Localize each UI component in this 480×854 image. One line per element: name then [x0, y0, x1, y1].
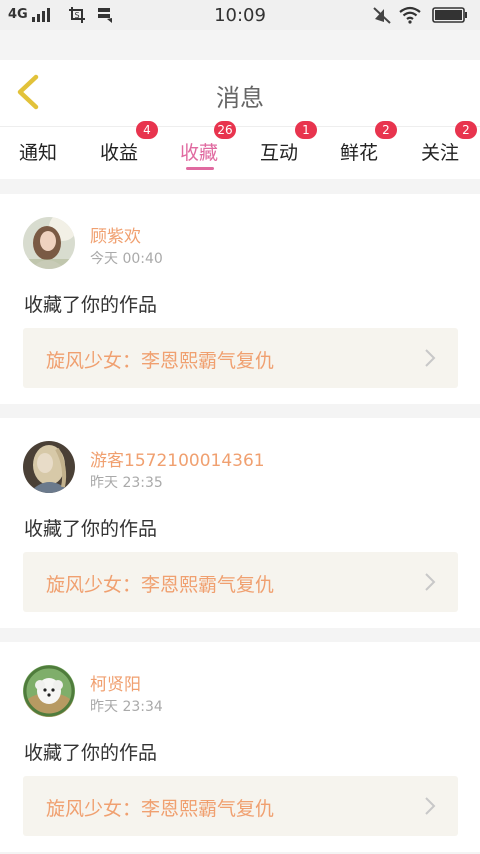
chevron-right-icon: [425, 349, 436, 367]
tab-flowers[interactable]: 鲜花 2: [320, 121, 400, 179]
blonde-girl-avatar-icon: [23, 441, 75, 493]
page-title: 消息: [216, 84, 264, 112]
white-dog-avatar-icon: [23, 665, 75, 717]
work-link[interactable]: 旋风少女：李恩熙霸气复仇: [23, 328, 458, 388]
status-bar: 4G S 10:09: [0, 0, 480, 30]
unread-badge: 2: [375, 121, 397, 139]
work-link[interactable]: 旋风少女：李恩熙霸气复仇: [23, 552, 458, 612]
mute-icon: [373, 7, 391, 24]
avatar[interactable]: [23, 217, 75, 269]
tab-favorites[interactable]: 收藏 26: [160, 121, 240, 179]
tab-label: 通知: [19, 142, 58, 164]
unread-badge: 2: [455, 121, 477, 139]
timestamp: 昨天 23:35: [90, 475, 163, 491]
tab-notice[interactable]: 通知: [0, 127, 80, 179]
tab-label: 关注: [421, 142, 460, 164]
tab-label: 收益: [100, 142, 139, 164]
active-tab-indicator: [186, 167, 214, 170]
timestamp: 昨天 23:34: [90, 699, 163, 715]
tab-label: 收藏: [180, 142, 219, 164]
message-tabs: 通知 收益 4 收藏 26 互动 1 鲜花 2 关注 2: [0, 121, 480, 179]
chevron-right-icon: [425, 573, 436, 591]
unread-badge: 4: [136, 121, 158, 139]
message-text: 收藏了你的作品: [24, 518, 158, 540]
unread-badge: 26: [214, 121, 236, 139]
wifi-icon: [399, 6, 421, 24]
message-card: 柯贤阳 昨天 23:34 收藏了你的作品 旋风少女：李恩熙霸气复仇: [0, 642, 480, 852]
message-card: 顾紫欢 今天 00:40 收藏了你的作品 旋风少女：李恩熙霸气复仇: [0, 194, 480, 404]
username[interactable]: 柯贤阳: [90, 670, 141, 695]
top-bar: 消息: [0, 60, 480, 126]
username[interactable]: 顾紫欢: [90, 222, 141, 247]
tab-label: 互动: [260, 142, 299, 164]
message-text: 收藏了你的作品: [24, 742, 158, 764]
battery-icon: [432, 7, 467, 23]
username[interactable]: 游客1572100014361: [90, 446, 265, 471]
work-title: 旋风少女：李恩熙霸气复仇: [46, 350, 275, 372]
chevron-right-icon: [425, 797, 436, 815]
tab-interaction[interactable]: 互动 1: [240, 121, 320, 179]
message-text: 收藏了你的作品: [24, 294, 158, 316]
girl-photo-avatar-icon: [23, 217, 75, 269]
timestamp: 今天 00:40: [90, 251, 163, 267]
avatar[interactable]: [23, 441, 75, 493]
tab-label: 鲜花: [340, 142, 379, 164]
work-title: 旋风少女：李恩熙霸气复仇: [46, 574, 275, 596]
unread-badge: 1: [295, 121, 317, 139]
work-title: 旋风少女：李恩熙霸气复仇: [46, 798, 275, 820]
tab-earnings[interactable]: 收益 4: [80, 121, 160, 179]
work-link[interactable]: 旋风少女：李恩熙霸气复仇: [23, 776, 458, 836]
message-card: 游客1572100014361 昨天 23:35 收藏了你的作品 旋风少女：李恩…: [0, 418, 480, 628]
avatar[interactable]: [23, 665, 75, 717]
tab-following[interactable]: 关注 2: [400, 121, 480, 179]
app-root: 4G S 10:09 消息 通知 收益 4 收藏 26 互动 1 鲜花 2 关注…: [0, 0, 480, 854]
